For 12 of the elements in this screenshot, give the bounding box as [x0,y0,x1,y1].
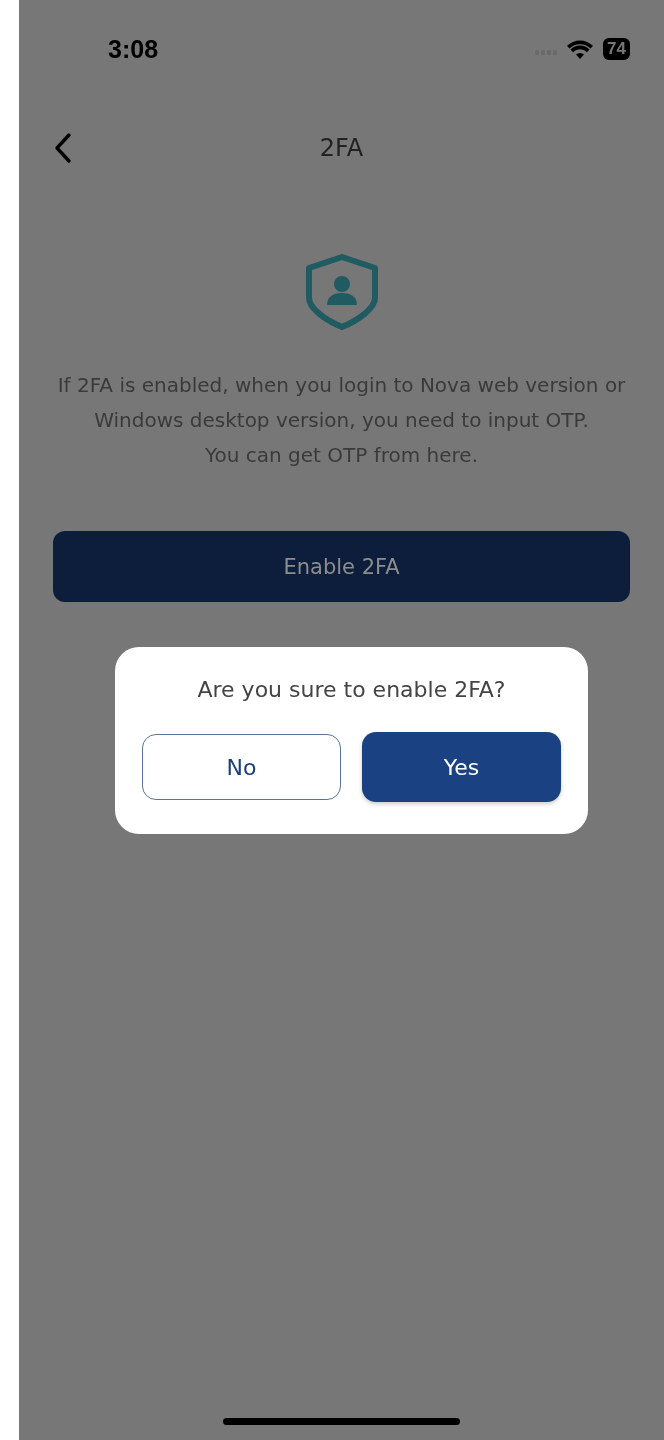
cancel-button[interactable]: No [142,734,341,800]
back-button[interactable] [54,132,72,164]
description-text: If 2FA is enabled, when you login to Nova web version or Windows desktop version, you need to input OTP. [57,372,626,434]
battery-icon: 74 [603,38,630,60]
description-text: You can get OTP from here. [204,442,479,469]
dialog-message: Are you sure to enable 2FA? [197,677,506,702]
shield-user-icon [304,254,379,330]
wifi-icon [567,39,594,59]
enable-2fa-button[interactable]: Enable 2FA [53,531,630,602]
confirm-button[interactable]: Yes [362,732,561,802]
page-title: 2FA [319,134,364,162]
status-time: 3:08 [108,34,159,64]
